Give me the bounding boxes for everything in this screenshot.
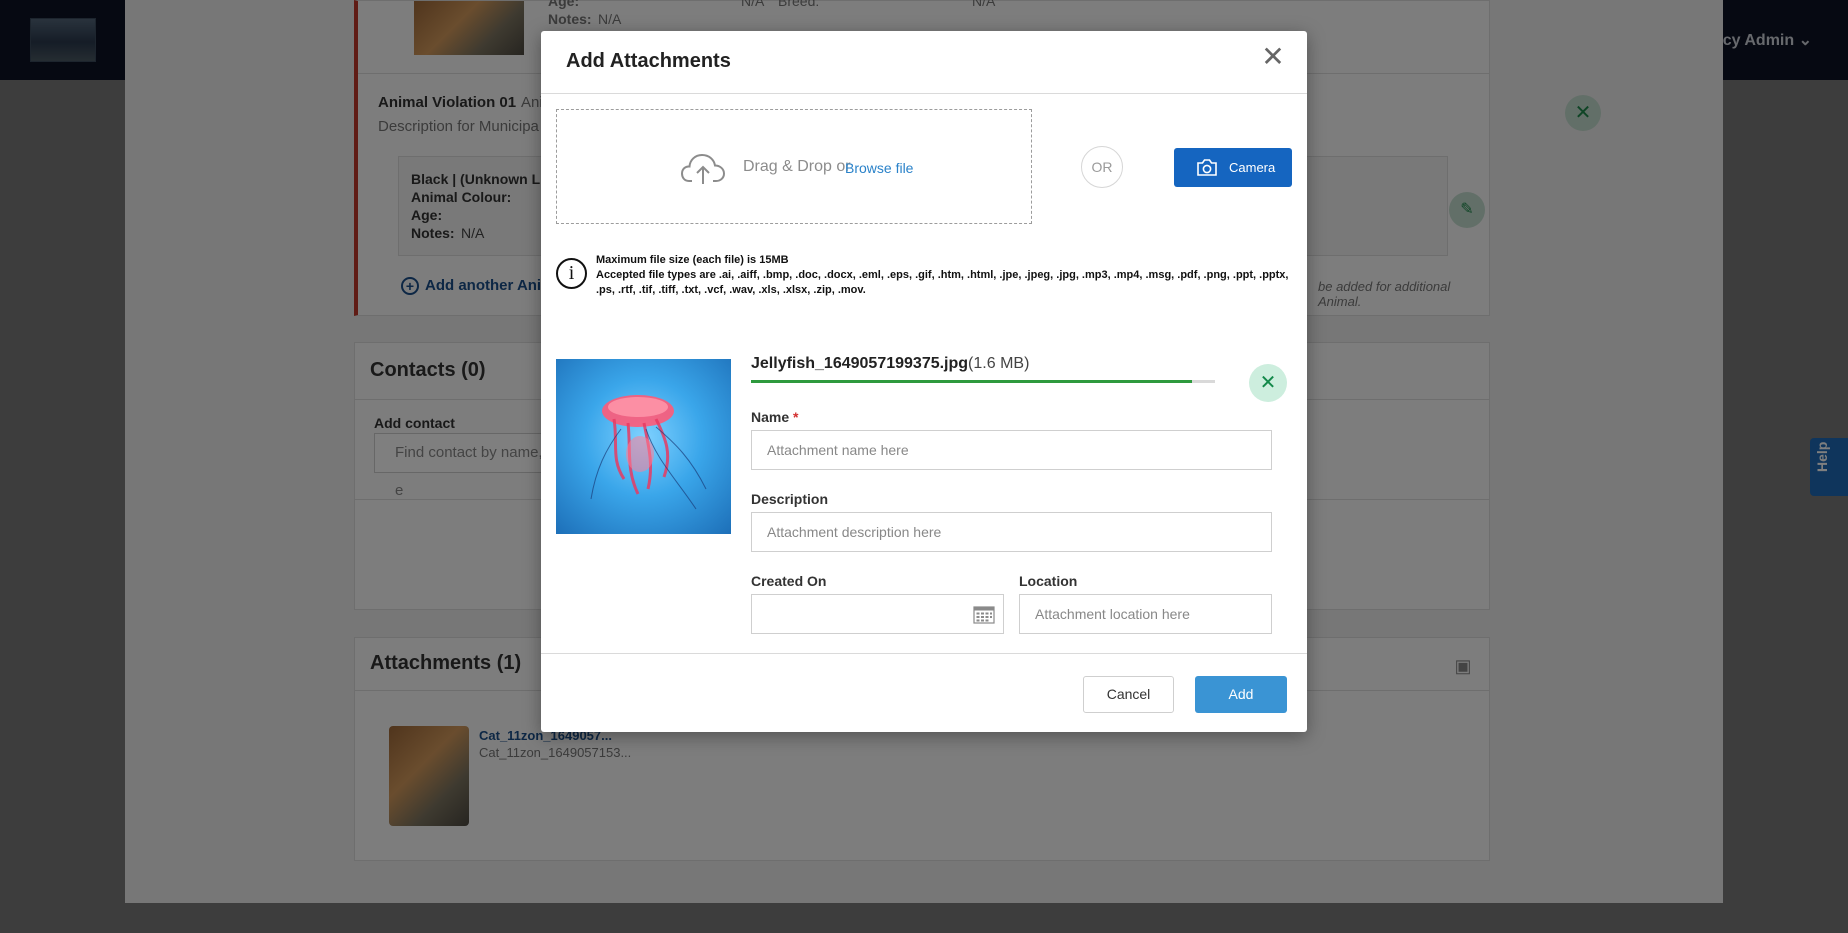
name-label-text: Name <box>751 409 790 425</box>
upload-progress-bar <box>751 380 1215 383</box>
file-name-text: Jellyfish_1649057199375.jpg <box>751 355 969 372</box>
uploaded-file-name: Jellyfish_1649057199375.jpg(1.6 MB) <box>751 355 1029 373</box>
required-asterisk: * <box>793 409 799 425</box>
modal-title: Add Attachments <box>566 50 731 72</box>
add-button[interactable]: Add <box>1195 676 1287 713</box>
cloud-upload-icon <box>680 153 726 184</box>
add-attachments-modal: Add Attachments ✕ Drag & Drop or Browse … <box>541 31 1307 732</box>
camera-icon <box>1197 159 1217 176</box>
jellyfish-illustration <box>590 395 707 510</box>
created-on-date-input[interactable] <box>751 594 1004 634</box>
browse-file-link[interactable]: Browse file <box>845 160 913 176</box>
file-size-text: (1.6 MB) <box>968 355 1030 372</box>
upload-progress-fill <box>751 380 1192 383</box>
accepted-file-types-text: Accepted file types are .ai, .aiff, .bmp… <box>596 269 1289 296</box>
max-file-size-text: Maximum file size (each file) is 15MB <box>596 254 789 266</box>
cancel-button[interactable]: Cancel <box>1083 676 1174 713</box>
attachment-location-input[interactable] <box>1019 594 1272 634</box>
camera-button-label: Camera <box>1229 160 1276 175</box>
modal-footer-divider <box>541 653 1307 654</box>
created-on-label: Created On <box>751 573 827 589</box>
file-rules-text: Maximum file size (each file) is 15MB Ac… <box>596 253 1296 298</box>
drag-drop-text: Drag & Drop or <box>743 158 851 175</box>
attachment-name-input[interactable] <box>751 430 1272 470</box>
close-icon[interactable]: ✕ <box>1259 43 1287 71</box>
modal-header: Add Attachments ✕ <box>541 31 1307 94</box>
info-icon: i <box>556 258 587 289</box>
jellyfish-image-preview <box>556 359 731 534</box>
name-label: Name * <box>751 409 798 425</box>
description-label: Description <box>751 491 829 507</box>
file-dropzone[interactable]: Drag & Drop or Browse file <box>556 109 1032 224</box>
calendar-icon[interactable] <box>973 604 995 624</box>
remove-x-icon[interactable]: ✕ <box>1249 364 1287 402</box>
attachment-description-input[interactable] <box>751 512 1272 552</box>
location-label: Location <box>1019 573 1078 589</box>
camera-button[interactable]: Camera <box>1174 148 1292 187</box>
or-divider: OR <box>1081 146 1123 188</box>
